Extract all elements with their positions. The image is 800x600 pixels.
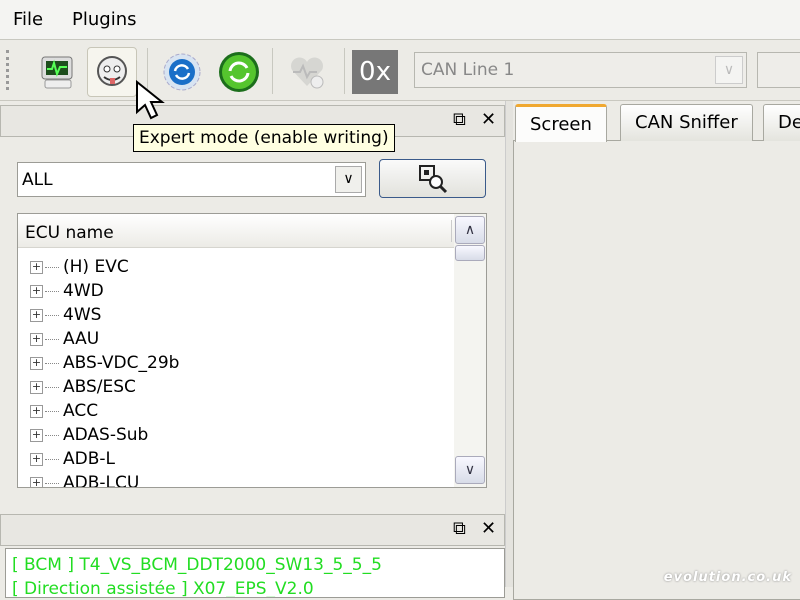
tree-item[interactable]: +4WD [30,279,104,303]
ecu-tree[interactable]: ECU name + (H) EVC +4WD +4WS + AAU + ABS-VDC_29… [17,213,487,488]
chevron-down-icon: ∨ [335,166,362,193]
tree-item[interactable]: + (H) EVC [30,255,129,279]
tree-item-label: AAU [63,329,100,349]
tree-item[interactable]: + ADB-LCU [30,471,140,488]
expert-mode-button[interactable] [87,47,137,97]
tree-item-label: ADB-LCU [63,473,140,488]
watermark: evolution.co.uk [663,570,792,585]
vertical-scrollbar[interactable]: ∧ ∨ [454,214,486,487]
menu-file[interactable]: File [13,9,43,30]
tree-connector [45,314,59,316]
tree-connector [45,458,59,460]
menu-bar: File Plugins [0,0,800,40]
tree-item-label: 4WS [63,305,102,325]
column-header-ecu-name[interactable]: ECU name [18,214,455,248]
qr-search-icon [418,164,447,193]
expand-icon[interactable]: + [30,284,43,298]
tree-connector [45,410,59,412]
expand-icon[interactable]: + [30,308,43,322]
float-icon[interactable]: ⧉ [453,518,466,539]
scroll-up-button[interactable]: ∧ [455,216,485,244]
expand-icon[interactable]: + [30,452,43,466]
tree-item-label: 4WD [63,281,104,301]
monitor-button[interactable] [33,47,83,97]
expand-icon[interactable]: + [30,404,43,418]
tree-connector [45,338,59,340]
tree-connector [45,266,59,268]
heart-icon [291,57,324,89]
tab-screen[interactable]: Screen [515,104,607,142]
splitter[interactable] [505,101,513,587]
tree-item[interactable]: + ADAS-Sub [30,423,148,447]
log-panel-header: ⧉ ✕ [0,514,505,546]
tree-item-label: (H) EVC [63,257,129,277]
refresh-green-icon [219,52,259,92]
scroll-down-button[interactable]: ∨ [455,456,485,484]
refresh-green-button[interactable] [214,47,264,97]
menu-plugins[interactable]: Plugins [72,9,136,30]
tree-item-label: ACC [63,401,99,421]
tree-item[interactable]: + ABS-VDC_29b [30,351,179,375]
hex-mode-button[interactable]: 0x [352,50,398,94]
tree-item[interactable]: + AAU [30,327,99,351]
scroll-thumb[interactable] [455,245,485,261]
tooltip: Expert mode (enable writing) [133,124,395,152]
expand-icon[interactable]: + [30,260,43,274]
ecu-filter-select[interactable]: ALL ∨ [17,162,366,197]
close-icon[interactable]: ✕ [481,109,496,130]
tree-connector [45,386,59,388]
tree-item[interactable]: +4WS [30,303,101,327]
filter-value: ALL [22,170,53,190]
tree-item[interactable]: + ADB-L [30,447,115,471]
log-line: [ BCM ] T4_VS_BCM_DDT2000_SW13_5_5_5 [12,555,382,575]
expand-icon[interactable]: + [30,380,43,394]
tree-item-label: ADAS-Sub [63,425,149,445]
tree-item-label: ABS-VDC_29b [63,353,180,373]
tree-item-label: ABS/ESC [63,377,136,397]
tree-item-label: ADB-L [63,449,115,469]
toolbar-grip[interactable] [6,50,10,90]
tree-connector [45,482,59,484]
toolbar-field[interactable] [757,52,800,88]
close-icon[interactable]: ✕ [481,518,496,539]
health-check-button[interactable] [282,47,332,97]
monitor-icon [41,56,73,89]
screen-panel [513,140,800,600]
log-line: [ Direction assistée ] X07_EPS_V2.0 [12,579,314,598]
tree-item[interactable]: + ABS/ESC [30,375,136,399]
expand-icon[interactable]: + [30,476,43,487]
tab-more[interactable]: De [763,104,800,141]
tree-item[interactable]: + ACC [30,399,98,423]
tree-connector [45,290,59,292]
chevron-down-icon: ∨ [715,56,743,84]
can-line-select[interactable]: CAN Line 1 ∨ [414,52,747,88]
scan-search-button[interactable] [379,159,486,198]
expand-icon[interactable]: + [30,332,43,346]
tree-connector [45,362,59,364]
log-output: [ BCM ] T4_VS_BCM_DDT2000_SW13_5_5_5 [ D… [5,548,505,598]
tree-connector [45,434,59,436]
expand-icon[interactable]: + [30,356,43,370]
einstein-icon [97,56,127,86]
tab-can-sniffer[interactable]: CAN Sniffer [620,104,753,141]
float-icon[interactable]: ⧉ [453,109,466,130]
can-line-value: CAN Line 1 [421,60,515,80]
expand-icon[interactable]: + [30,428,43,442]
mouse-cursor-icon [136,80,165,120]
